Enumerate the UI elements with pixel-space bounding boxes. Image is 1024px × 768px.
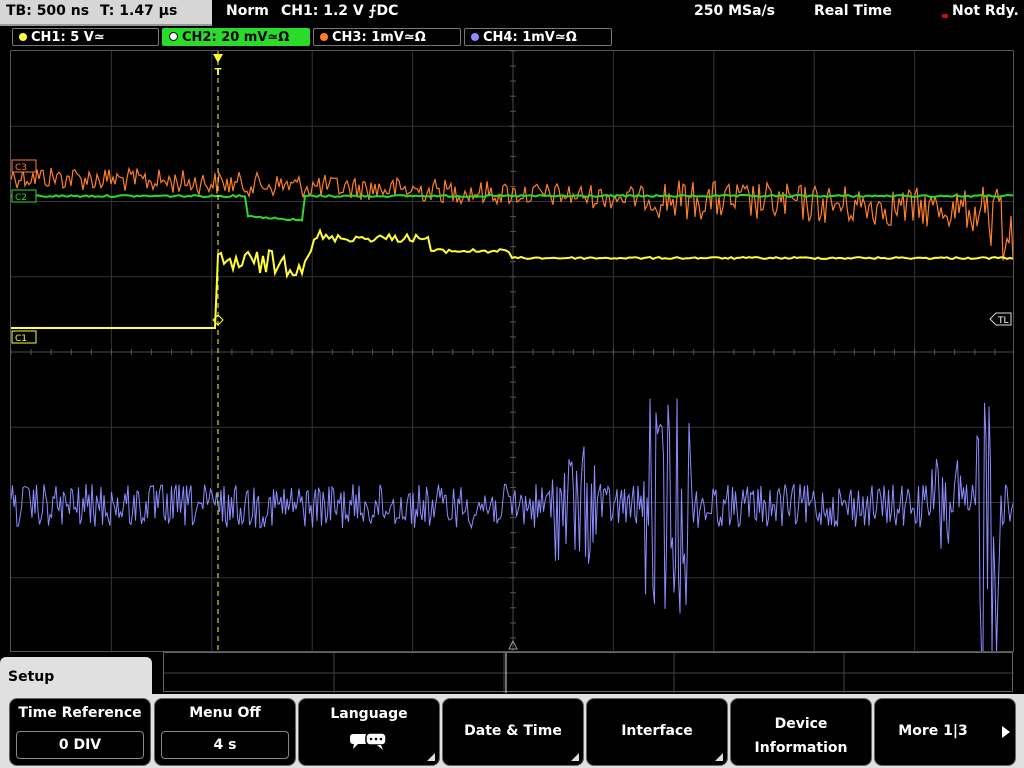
sample-rate: 250 MSa/s xyxy=(694,3,776,19)
channel-tab-ch1[interactable]: CH1: 5 V≃ xyxy=(12,28,159,46)
submenu-corner-icon xyxy=(571,753,579,761)
menu-off-value: 4 s xyxy=(161,731,289,759)
softkey-label: Device Information xyxy=(754,716,848,756)
waveform-canvas: T C3 C2 C1 TL xyxy=(11,51,1013,651)
device-information-softkey[interactable]: Device Information xyxy=(730,698,872,766)
channel-tab-ch2[interactable]: CH2: 20 mV≃Ω xyxy=(162,28,310,46)
overview-grid xyxy=(164,653,1014,693)
acquisition-mode: Real Time xyxy=(814,3,892,19)
softkey-label: Date & Time xyxy=(464,723,562,739)
waveform-display[interactable]: T C3 C2 C1 TL xyxy=(10,50,1014,652)
ch2-level-marker: C2 xyxy=(15,193,27,203)
timebase-box[interactable]: TB: 500 ns T: 1.47 µs xyxy=(0,0,212,26)
speech-bubbles-icon xyxy=(350,732,387,750)
date-time-softkey[interactable]: Date & Time xyxy=(442,698,584,766)
timebase-value: TB: 500 ns xyxy=(6,3,90,19)
submenu-corner-icon xyxy=(427,753,435,761)
more-softkey[interactable]: More 1|3 xyxy=(874,698,1016,766)
trigger-level-marker: TL xyxy=(997,316,1009,326)
trigger-setting[interactable]: CH1: 1.2 V ⨍DC xyxy=(281,3,398,19)
softkey-label: Interface xyxy=(621,723,693,739)
zoom-overview-strip xyxy=(163,652,1014,693)
interface-softkey[interactable]: Interface xyxy=(586,698,728,766)
time-reference-value: 0 DIV xyxy=(16,731,144,759)
ch3-color-dot-icon xyxy=(320,32,328,41)
ch1-waveform xyxy=(11,227,1013,329)
softkey-label: Time Reference xyxy=(18,705,142,721)
acquisition-status: Not Rdy. xyxy=(952,3,1019,19)
menu-off-softkey[interactable]: Menu Off 4 s xyxy=(154,698,296,766)
ch1-level-marker: C1 xyxy=(15,334,27,344)
trigger-time-value: T: 1.47 µs xyxy=(100,3,178,19)
menu-title: Setup xyxy=(8,669,55,685)
channel-tab-ch3[interactable]: CH3: 1mV≃Ω xyxy=(313,28,461,46)
channel-label: CH1: 5 V≃ xyxy=(31,30,105,45)
ch1-color-dot-icon xyxy=(19,32,27,41)
next-page-arrow-icon xyxy=(1002,726,1010,738)
softkey-label: Menu Off xyxy=(189,705,261,721)
submenu-corner-icon xyxy=(715,753,723,761)
ch3-level-marker: C3 xyxy=(15,163,27,173)
time-reference-softkey[interactable]: Time Reference 0 DIV xyxy=(9,698,151,766)
graticule-grid xyxy=(11,51,1013,651)
status-indicator-icon xyxy=(942,14,948,18)
channel-label: CH4: 1mV≃Ω xyxy=(483,30,577,45)
ch4-color-dot-icon xyxy=(471,32,479,41)
ch2-color-dot-icon xyxy=(169,32,178,41)
language-softkey[interactable]: Language xyxy=(298,698,440,766)
channel-label: CH3: 1mV≃Ω xyxy=(332,30,426,45)
channel-label: CH2: 20 mV≃Ω xyxy=(182,30,290,45)
trigger-mode[interactable]: Norm xyxy=(226,3,269,19)
trigger-position-marker: T xyxy=(215,67,222,78)
channel-tab-ch4[interactable]: CH4: 1mV≃Ω xyxy=(464,28,612,46)
softkey-label: Language xyxy=(330,706,408,722)
trigger-position-arrow-icon xyxy=(213,54,223,63)
softkey-label: More 1|3 xyxy=(898,723,968,739)
